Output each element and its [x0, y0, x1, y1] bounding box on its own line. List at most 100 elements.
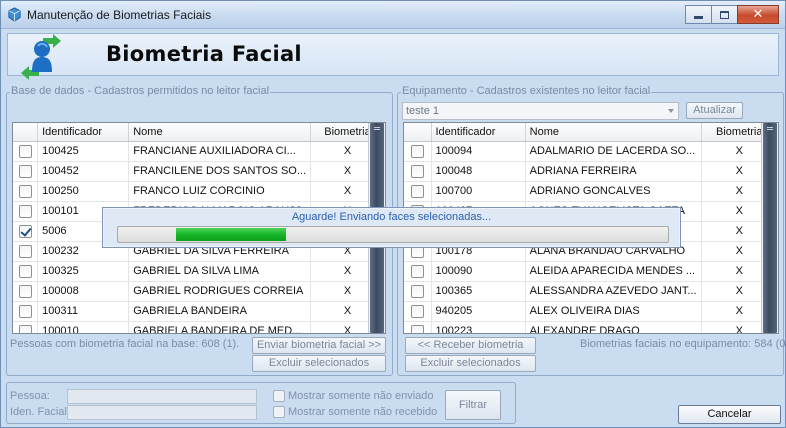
id-cell: 100223 — [431, 321, 526, 333]
database-delete-selected-button[interactable]: Excluir selecionados — [252, 355, 386, 372]
maximize-button[interactable] — [711, 5, 738, 24]
row-checkbox[interactable] — [18, 184, 32, 198]
progress-dialog: Aguarde! Enviando faces selecionadas... — [102, 207, 681, 248]
only-not-received-checkbox[interactable]: Mostrar somente não recebido — [273, 406, 437, 418]
row-select-cell[interactable] — [13, 261, 39, 282]
row-select-cell[interactable] — [404, 261, 432, 282]
row-checkbox[interactable] — [410, 264, 424, 278]
face-id-field[interactable] — [67, 405, 257, 420]
id-column-header[interactable]: Identificador — [37, 123, 130, 142]
device-status: Biometrias faciais no equipamento: 584 (… — [580, 338, 786, 350]
name-column-header[interactable]: Nome — [128, 123, 312, 142]
row-checkbox[interactable] — [18, 324, 32, 333]
row-checkbox[interactable] — [410, 284, 424, 298]
progress-bar — [117, 226, 669, 243]
table-row[interactable]: 100008 GABRIEL RODRIGUES CORREIA X — [13, 281, 385, 302]
title-bar[interactable]: Manutenção de Biometrias Faciais ✕ — [1, 1, 785, 29]
row-select-cell[interactable] — [13, 321, 39, 333]
table-row[interactable]: 100311 GABRIELA BANDEIRA X — [13, 301, 385, 322]
name-cell: ALEIDA APARECIDA MENDES ... — [525, 261, 702, 282]
table-row[interactable]: 100090 ALEIDA APARECIDA MENDES ... X — [404, 261, 778, 282]
cancel-button[interactable]: Cancelar — [678, 405, 781, 424]
row-checkbox[interactable] — [18, 204, 32, 218]
table-row[interactable]: 100700 ADRIANO GONCALVES X — [404, 181, 778, 202]
progress-bar-fill — [176, 228, 286, 241]
select-column-header[interactable] — [13, 123, 39, 142]
table-row[interactable]: 100010 GABRIELA BANDEIRA DE MED... X — [13, 321, 385, 333]
row-select-cell[interactable] — [404, 301, 432, 322]
device-scroll-thumb[interactable] — [763, 123, 777, 333]
id-cell: 100452 — [37, 161, 130, 182]
select-column-header[interactable] — [404, 123, 432, 142]
table-row[interactable]: 100425 FRANCIANE AUXILIADORA CI... X — [13, 141, 385, 162]
row-checkbox[interactable] — [410, 184, 424, 198]
row-select-cell[interactable] — [404, 181, 432, 202]
row-select-cell[interactable] — [13, 141, 39, 162]
row-checkbox[interactable] — [410, 164, 424, 178]
id-cell: 100094 — [431, 141, 526, 162]
table-row[interactable]: 940205 ALEX OLIVEIRA DIAS X — [404, 301, 778, 322]
row-select-cell[interactable] — [13, 181, 39, 202]
minimize-icon — [694, 16, 703, 19]
name-cell: GABRIEL RODRIGUES CORREIA — [128, 281, 312, 302]
row-select-cell[interactable] — [13, 301, 39, 322]
device-select[interactable]: teste 1 — [402, 102, 679, 120]
table-row[interactable]: 100452 FRANCILENE DOS SANTOS SO... X — [13, 161, 385, 182]
name-cell: FRANCO LUIZ CORCINIO — [128, 181, 312, 202]
device-scrollbar[interactable] — [761, 123, 778, 333]
row-select-cell[interactable] — [13, 161, 39, 182]
main-window: Manutenção de Biometrias Faciais ✕ Biome… — [0, 0, 786, 428]
table-row[interactable]: 100365 ALESSANDRA AZEVEDO JANT... X — [404, 281, 778, 302]
row-checkbox[interactable] — [410, 324, 424, 333]
close-icon: ✕ — [752, 7, 764, 22]
row-checkbox[interactable] — [410, 144, 424, 158]
only-not-sent-checkbox[interactable]: Mostrar somente não enviado — [273, 390, 434, 402]
row-checkbox-checked[interactable] — [18, 224, 32, 238]
id-cell: 100365 — [431, 281, 526, 302]
id-cell: 100325 — [37, 261, 130, 282]
row-select-cell[interactable] — [404, 321, 432, 333]
filter-button[interactable]: Filtrar — [445, 390, 501, 420]
send-biometry-button[interactable]: Enviar biometria facial >> — [252, 337, 386, 354]
window-title: Manutenção de Biometrias Faciais — [27, 8, 212, 22]
device-delete-selected-button[interactable]: Excluir selecionados — [405, 355, 536, 372]
face-biometrics-logo-icon — [21, 34, 61, 80]
table-row[interactable]: 100250 FRANCO LUIZ CORCINIO X — [13, 181, 385, 202]
table-row[interactable]: 100223 ALEXANDRE DRAGO X — [404, 321, 778, 333]
row-checkbox[interactable] — [410, 304, 424, 318]
row-select-cell[interactable] — [404, 141, 432, 162]
person-label: Pessoa: — [10, 390, 50, 402]
refresh-button[interactable]: Atualizar — [686, 102, 743, 119]
row-checkbox[interactable] — [18, 144, 32, 158]
row-select-cell[interactable] — [404, 281, 432, 302]
id-cell: 940205 — [431, 301, 526, 322]
table-row[interactable]: 100325 GABRIEL DA SILVA LIMA X — [13, 261, 385, 282]
only-not-received-label: Mostrar somente não recebido — [288, 406, 438, 418]
row-checkbox[interactable] — [18, 244, 32, 258]
receive-biometry-button[interactable]: << Receber biometria facial — [405, 337, 536, 366]
id-cell: 100700 — [431, 181, 526, 202]
row-select-cell[interactable] — [13, 281, 39, 302]
row-select-cell[interactable] — [13, 201, 39, 222]
person-field[interactable] — [67, 389, 257, 404]
progress-message: Aguarde! Enviando faces selecionadas... — [291, 211, 492, 223]
database-header-row: Identificador Nome Biometria — [13, 123, 385, 142]
row-select-cell[interactable] — [404, 161, 432, 182]
row-checkbox[interactable] — [18, 164, 32, 178]
id-column-header[interactable]: Identificador — [431, 123, 526, 142]
only-not-sent-box[interactable] — [273, 390, 285, 402]
database-status: Pessoas com biometria facial na base: 60… — [10, 338, 240, 350]
minimize-button[interactable] — [685, 5, 712, 24]
row-checkbox[interactable] — [18, 284, 32, 298]
name-cell: GABRIELA BANDEIRA — [128, 301, 312, 322]
row-checkbox[interactable] — [18, 264, 32, 278]
row-select-cell[interactable] — [13, 241, 39, 262]
name-column-header[interactable]: Nome — [525, 123, 702, 142]
name-cell: ALESSANDRA AZEVEDO JANT... — [525, 281, 702, 302]
row-select-cell[interactable] — [13, 221, 39, 242]
row-checkbox[interactable] — [18, 304, 32, 318]
table-row[interactable]: 100048 ADRIANA FERREIRA X — [404, 161, 778, 182]
only-not-received-box[interactable] — [273, 406, 285, 418]
close-button[interactable]: ✕ — [737, 5, 779, 24]
table-row[interactable]: 100094 ADALMARIO DE LACERDA SO... X — [404, 141, 778, 162]
